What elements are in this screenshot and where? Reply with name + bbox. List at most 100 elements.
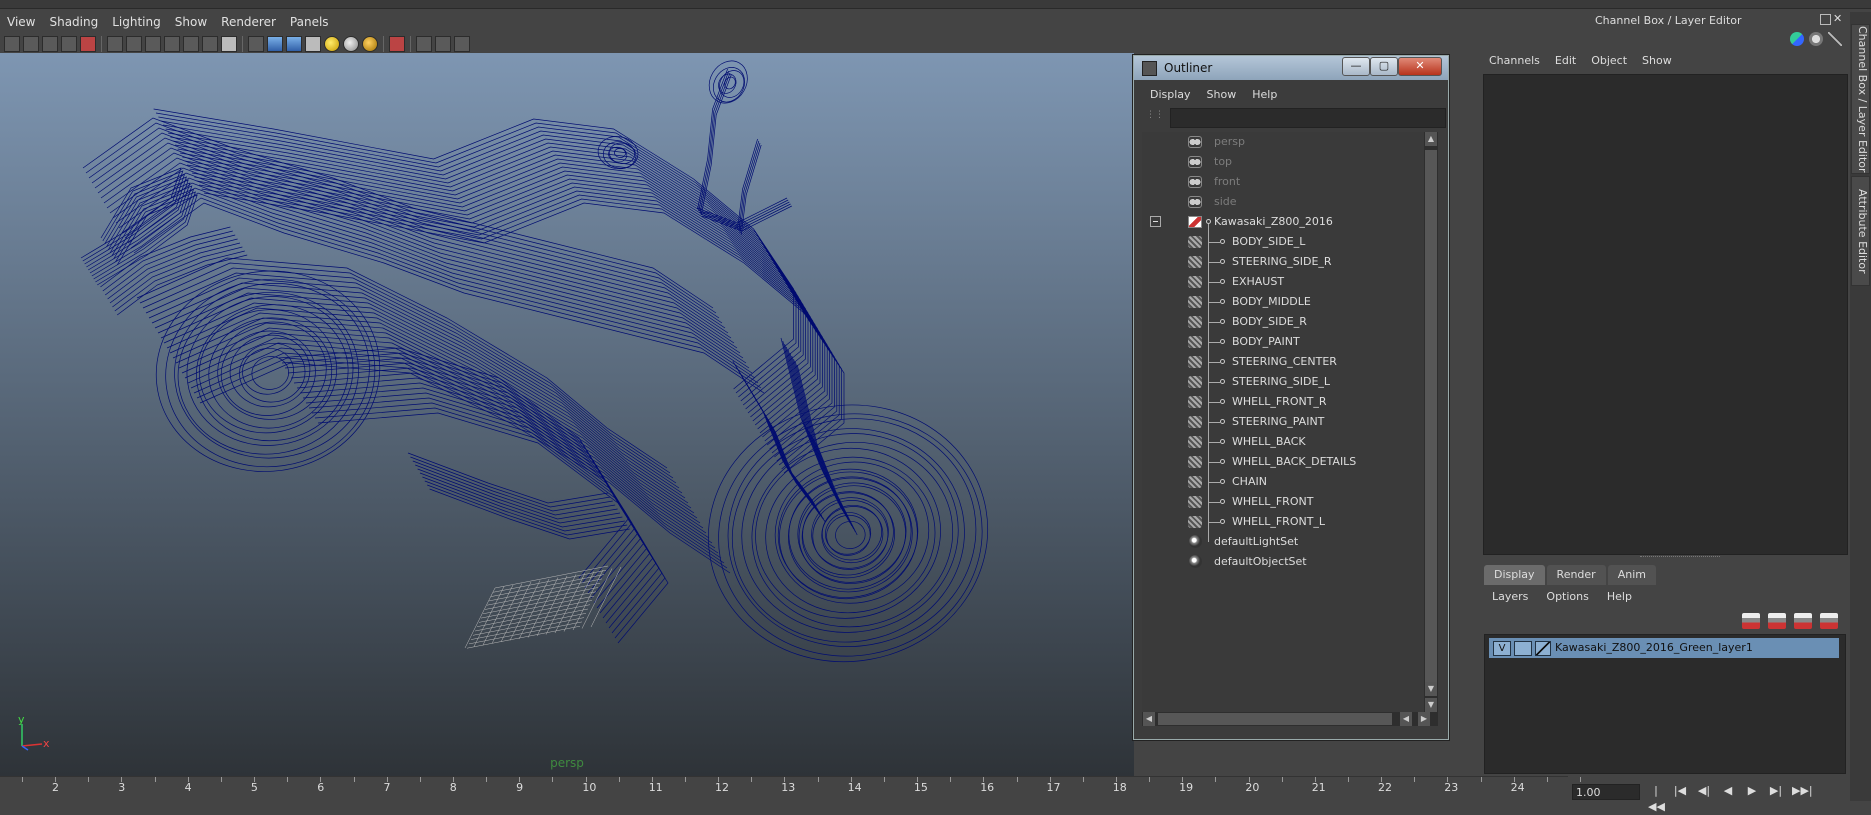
3d-viewport[interactable] [0,53,1134,776]
outliner-item-child[interactable]: WHELL_FRONT [1142,492,1424,512]
layer-color-swatch[interactable] [1535,641,1551,656]
scroll-down-icon[interactable]: ▼ [1425,698,1437,712]
scrollbar-thumb[interactable] [1158,713,1392,725]
channel-box-panel[interactable] [1483,74,1848,555]
layer-row[interactable]: V Kawasaki_Z800_2016_Green_layer1 [1489,638,1839,658]
outliner-item-child[interactable]: STEERING_PAINT [1142,412,1424,432]
float-panel-icon[interactable] [1820,14,1831,25]
grease-pencil-icon[interactable] [80,36,96,52]
outliner-item-child[interactable]: WHELL_FRONT_L [1142,512,1424,532]
menu-lighting[interactable]: Lighting [105,15,168,29]
textured-icon[interactable] [305,36,321,52]
maximize-button[interactable]: ▢ [1370,57,1398,76]
outliner-item-child[interactable]: WHELL_BACK [1142,432,1424,452]
tab-display[interactable]: Display [1484,565,1545,585]
menu-shading[interactable]: Shading [42,15,105,29]
xray-icon[interactable] [416,36,432,52]
safe-action-icon[interactable] [202,36,218,52]
outliner-item-child[interactable]: WHELL_FRONT_R [1142,392,1424,412]
outliner-menu-help[interactable]: Help [1244,86,1285,104]
outliner-item-child[interactable]: BODY_SIDE_L [1142,232,1424,252]
scroll-left-small-icon[interactable]: ◀ [1400,712,1412,726]
play-backwards-button[interactable]: ◀ [1720,783,1736,799]
channel-box-menu-edit[interactable]: Edit [1548,52,1584,70]
camera-select-icon[interactable] [4,36,20,52]
tab-anim[interactable]: Anim [1607,565,1656,585]
channel-box-menu-show[interactable]: Show [1635,52,1680,70]
grid-icon[interactable] [107,36,123,52]
outliner-item-front[interactable]: front [1142,172,1424,192]
outliner-item-child[interactable]: BODY_MIDDLE [1142,292,1424,312]
close-panel-icon[interactable]: ✕ [1833,12,1842,25]
outliner-window[interactable]: Outliner — ▢ ✕ Display Show Help ⋮⋮ pers… [1133,55,1449,740]
step-forward-frame-button[interactable]: ▶| [1768,783,1784,799]
go-to-start-button[interactable]: |◀◀ [1648,783,1665,813]
scroll-left-icon[interactable]: ◀ [1143,712,1155,726]
grip-handle-icon[interactable]: ⋮⋮ [1146,110,1164,122]
scroll-up-icon[interactable]: ▲ [1425,132,1437,146]
safe-title-icon[interactable] [221,36,237,52]
tab-attribute-editor[interactable]: Attribute Editor [1851,176,1870,286]
layer-menu-options[interactable]: Options [1538,588,1598,606]
resolution-gate-icon[interactable] [145,36,161,52]
hyperbolic-icon[interactable] [1828,32,1842,46]
xray-active-icon[interactable] [454,36,470,52]
motorcycle-wireframe[interactable] [0,53,1134,776]
close-button[interactable]: ✕ [1398,57,1442,76]
outliner-item-side[interactable]: side [1142,192,1424,212]
menu-renderer[interactable]: Renderer [214,15,283,29]
outliner-menu-show[interactable]: Show [1199,86,1245,104]
outliner-item-default-light-set[interactable]: defaultLightSet [1142,532,1424,552]
outliner-item-child[interactable]: BODY_PAINT [1142,332,1424,352]
ambient-occlusion-icon[interactable] [362,36,378,52]
layer-menu-help[interactable]: Help [1599,588,1642,606]
isolate-select-icon[interactable] [389,36,405,52]
wireframe-on-shaded-icon[interactable] [286,36,302,52]
outliner-item-child[interactable]: WHELL_BACK_DETAILS [1142,452,1424,472]
play-forwards-button[interactable]: ▶ [1744,783,1760,799]
menu-panels[interactable]: Panels [283,15,336,29]
menu-show[interactable]: Show [168,15,214,29]
scroll-down-small-icon[interactable]: ▼ [1425,682,1437,696]
outliner-item-child[interactable]: STEERING_CENTER [1142,352,1424,372]
step-back-frame-button[interactable]: |◀ [1672,783,1688,799]
camera-attributes-icon[interactable] [23,36,39,52]
outliner-item-child[interactable]: BODY_SIDE_R [1142,312,1424,332]
outliner-item-top[interactable]: top [1142,152,1424,172]
time-slider[interactable]: 2 3 4 5 6 7 8 9 10 11 12 13 14 15 16 17 18 19 20 21 22 23 24 [0,776,1582,802]
xray-joints-icon[interactable] [435,36,451,52]
outliner-item-default-object-set[interactable]: defaultObjectSet [1142,552,1424,572]
gate-mask-icon[interactable] [164,36,180,52]
film-gate-icon[interactable] [126,36,142,52]
outliner-horizontal-scrollbar[interactable]: ◀ ◀ ▶ [1142,712,1438,726]
outliner-item-child[interactable]: EXHAUST [1142,272,1424,292]
channel-box-menu-channels[interactable]: Channels [1482,52,1548,70]
smooth-shade-icon[interactable] [267,36,283,52]
speed-icon[interactable] [1809,32,1823,46]
shadows-icon[interactable] [343,36,359,52]
step-back-key-button[interactable]: ◀| [1696,783,1712,799]
image-plane-icon[interactable] [61,36,77,52]
move-layer-down-icon[interactable] [1768,613,1786,629]
outliner-item-child[interactable]: CHAIN [1142,472,1424,492]
move-layer-up-icon[interactable] [1742,613,1760,629]
panel-resize-handle[interactable] [1640,556,1720,560]
layer-menu-layers[interactable]: Layers [1484,588,1538,606]
outliner-item-child[interactable]: STEERING_SIDE_L [1142,372,1424,392]
outliner-menu-display[interactable]: Display [1142,86,1199,104]
layer-playback-toggle[interactable] [1514,641,1532,656]
manipulator-icon[interactable] [1790,32,1804,46]
outliner-item-child[interactable]: STEERING_SIDE_R [1142,252,1424,272]
scroll-right-icon[interactable]: ▶ [1418,712,1430,726]
outliner-titlebar[interactable]: Outliner — ▢ ✕ [1134,56,1448,80]
new-empty-layer-icon[interactable] [1794,613,1812,629]
go-to-end-button[interactable]: ▶▶| [1792,783,1813,799]
layer-visibility-toggle[interactable]: V [1493,641,1511,656]
new-layer-from-selection-icon[interactable] [1820,613,1838,629]
outliner-search-input[interactable] [1170,108,1446,128]
outliner-item-persp[interactable]: persp [1142,132,1424,152]
tab-render[interactable]: Render [1546,565,1606,585]
field-chart-icon[interactable] [183,36,199,52]
outliner-item-group[interactable]: Kawasaki_Z800_2016 [1142,212,1424,232]
outliner-vertical-scrollbar[interactable]: ▲ ▼ ▼ [1424,132,1438,712]
